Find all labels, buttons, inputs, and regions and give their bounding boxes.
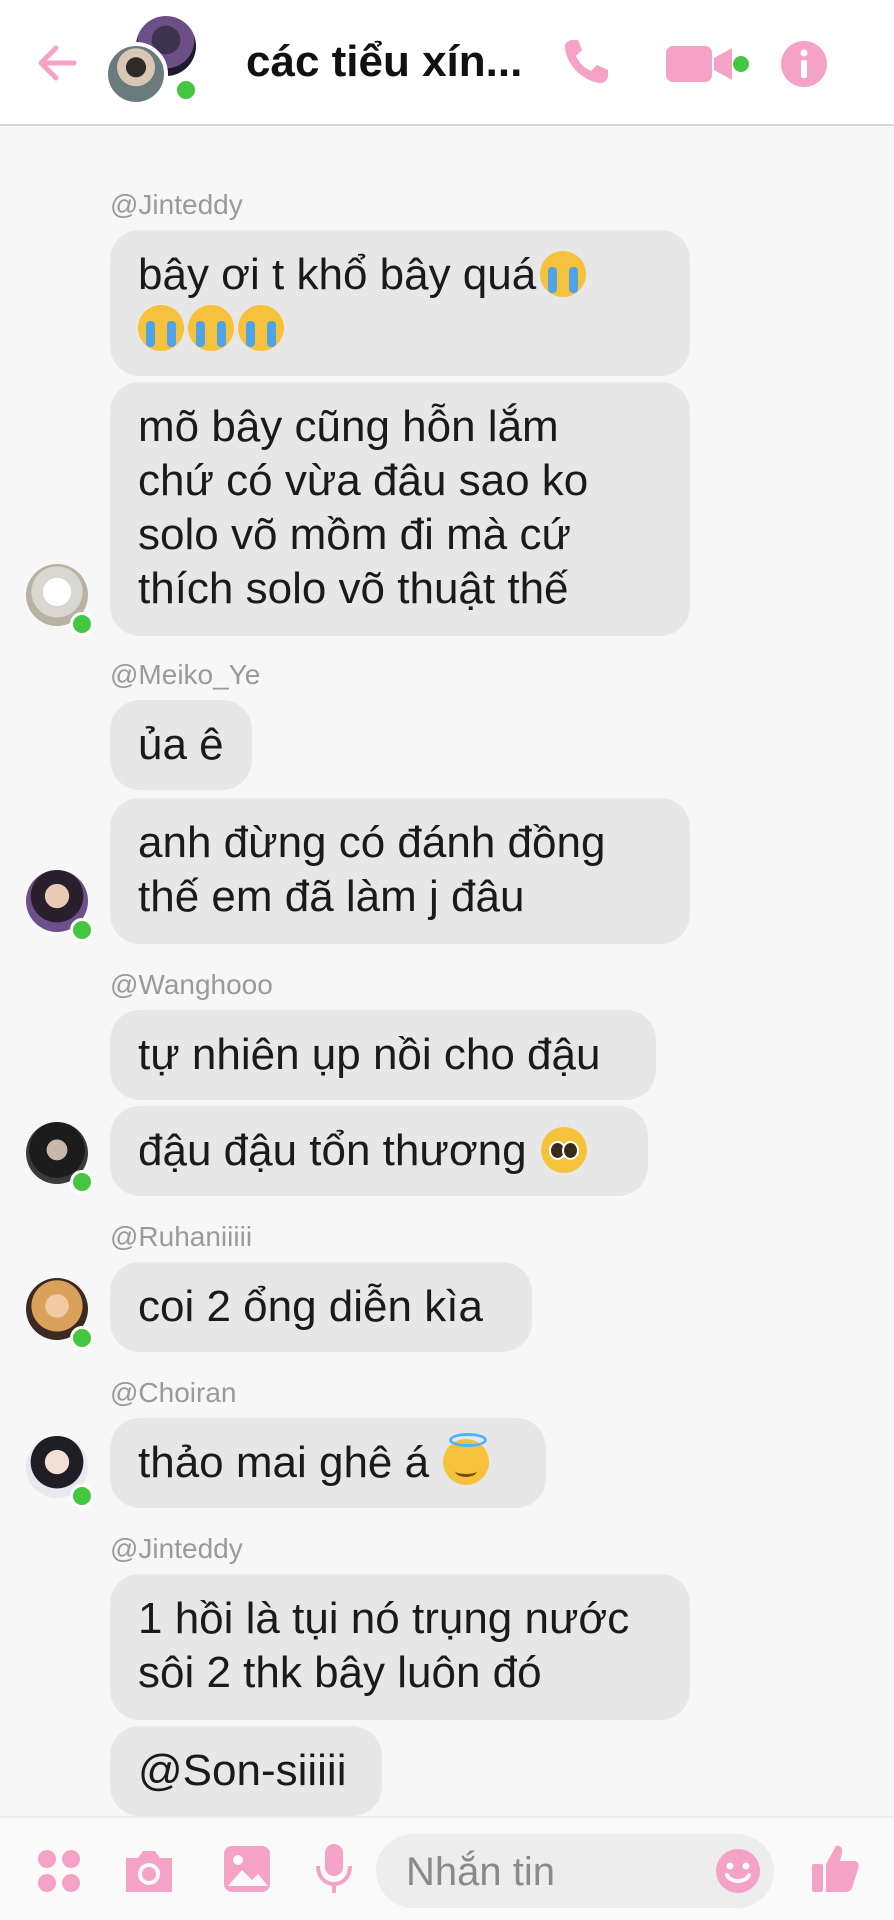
sender-name: @Jinteddy	[110, 1533, 243, 1564]
message-bubble[interactable]: thảo mai ghê á	[110, 1418, 546, 1508]
message-text: mõ bây cũng hỗn lắm	[138, 402, 559, 451]
message-text: tự nhiên ụp nồi cho đậu	[138, 1030, 601, 1079]
message-list[interactable]: @Jinteddy bây ơi t khổ bây quá mõ bây cũ…	[0, 126, 894, 1816]
message-text: đậu đậu tổn thương	[138, 1126, 527, 1175]
loudly-crying-emoji-icon	[238, 305, 284, 351]
sender-name: @Wanghooo	[110, 969, 273, 1000]
camera-icon[interactable]	[122, 1848, 176, 1894]
message-bubble[interactable]: ủa ê	[110, 700, 252, 790]
info-icon[interactable]	[780, 40, 828, 88]
loudly-crying-emoji-icon	[138, 305, 184, 351]
message-text: bây ơi t khổ bây quá	[138, 250, 537, 299]
smiling-face-with-halo-emoji-icon	[443, 1433, 490, 1485]
message-text: chứ có vừa đâu sao ko	[138, 456, 589, 505]
message-input[interactable]	[404, 1844, 678, 1900]
composer-bar	[0, 1816, 894, 1920]
message-bubble[interactable]: đậu đậu tổn thương	[110, 1106, 648, 1196]
message-bubble[interactable]: 1 hồi là tụi nó trụng nước sôi 2 thk bây…	[110, 1574, 690, 1720]
online-indicator	[70, 918, 94, 942]
pleading-face-emoji-icon	[540, 1127, 587, 1173]
message-bubble[interactable]: coi 2 ổng diễn kìa	[110, 1262, 532, 1352]
sender-name: @Choiran	[110, 1377, 237, 1408]
conversation-title[interactable]: các tiểu xín...	[246, 34, 526, 90]
message-bubble[interactable]: @Son-siiiii	[110, 1726, 382, 1816]
image-icon[interactable]	[222, 1844, 272, 1894]
microphone-icon[interactable]	[314, 1842, 354, 1896]
message-input-pill[interactable]	[376, 1834, 774, 1908]
online-indicator	[70, 1326, 94, 1350]
video-camera-icon[interactable]	[664, 42, 750, 86]
message-bubble[interactable]: bây ơi t khổ bây quá	[110, 230, 690, 376]
group-avatar[interactable]	[104, 16, 200, 106]
message-text: thế em đã làm j đâu	[138, 872, 525, 921]
message-text: sôi 2 thk bây luôn đó	[138, 1648, 542, 1697]
message-bubble[interactable]: tự nhiên ụp nồi cho đậu	[110, 1010, 656, 1100]
message-text: @Son-siiiii	[138, 1746, 347, 1795]
online-indicator	[70, 612, 94, 636]
avatar	[104, 42, 168, 106]
message-text: thích solo võ thuật thế	[138, 564, 569, 613]
message-bubble[interactable]: anh đừng có đánh đồng thế em đã làm j đâ…	[110, 798, 690, 944]
sender-name: @Jinteddy	[110, 189, 243, 220]
arrow-left-icon[interactable]	[34, 40, 80, 86]
sender-name: @Meiko_Ye	[110, 659, 261, 690]
message-text: anh đừng có đánh đồng	[138, 818, 606, 867]
chat-header: các tiểu xín...	[0, 0, 894, 126]
message-text: 1 hồi là tụi nó trụng nước	[138, 1594, 630, 1643]
message-text: coi 2 ổng diễn kìa	[138, 1282, 483, 1331]
online-indicator	[70, 1170, 94, 1194]
four-dots-icon[interactable]	[36, 1848, 82, 1894]
message-text: ủa ê	[138, 720, 224, 769]
smiley-icon[interactable]	[714, 1847, 762, 1895]
loudly-crying-emoji-icon	[540, 251, 587, 297]
online-indicator	[174, 78, 198, 102]
sender-name: @Ruhaniiiii	[110, 1221, 253, 1252]
loudly-crying-emoji-icon	[188, 305, 234, 351]
phone-icon[interactable]	[560, 36, 612, 88]
message-bubble[interactable]: mõ bây cũng hỗn lắm chứ có vừa đâu sao k…	[110, 382, 690, 636]
message-text: solo võ mồm đi mà cứ	[138, 510, 571, 559]
online-indicator	[70, 1484, 94, 1508]
message-text: thảo mai ghê á	[138, 1438, 430, 1487]
thumbs-up-icon[interactable]	[810, 1842, 860, 1894]
